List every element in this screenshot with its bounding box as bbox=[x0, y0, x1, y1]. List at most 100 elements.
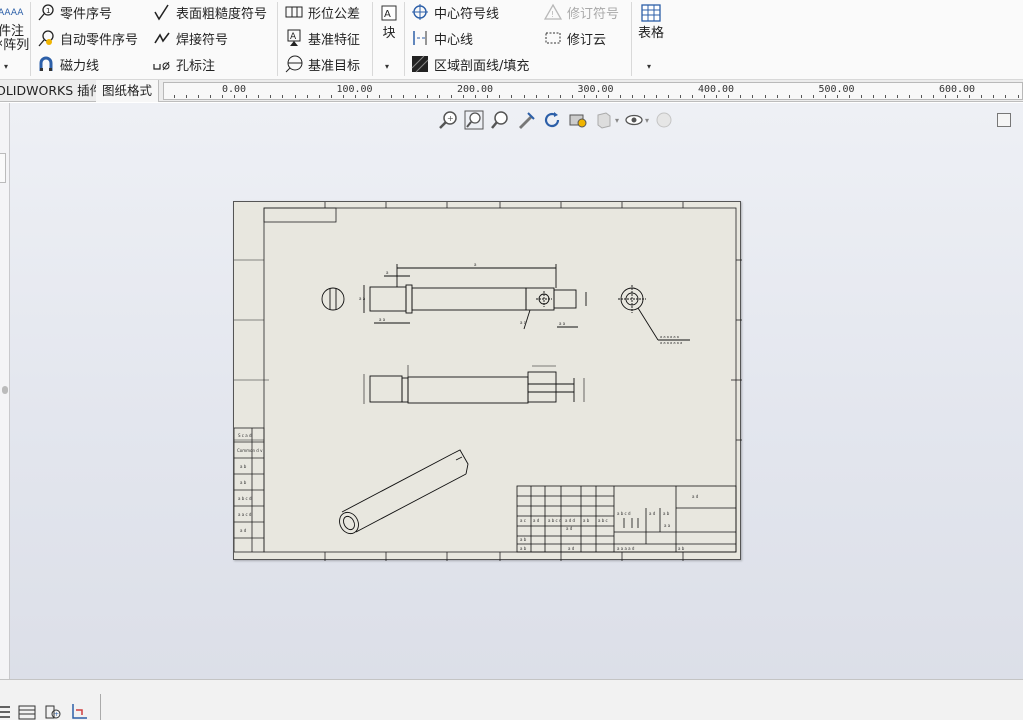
ruler-tick bbox=[451, 95, 453, 98]
geometric-tolerance-button[interactable]: 形位公差 bbox=[284, 1, 360, 23]
status-divider bbox=[100, 694, 101, 720]
ruler-tick bbox=[234, 95, 236, 98]
weld-icon bbox=[152, 28, 172, 48]
graphics-area[interactable]: + ▾ ▾ S c a d Common d v a b a b a b c d… bbox=[0, 103, 1023, 679]
ribbon-divider bbox=[404, 2, 405, 76]
ruler-tick bbox=[270, 95, 272, 98]
ruler-tick bbox=[668, 95, 670, 98]
ruler-tick bbox=[318, 95, 320, 98]
revision-symbol-label: 修订符号 bbox=[567, 6, 620, 22]
auto-balloon-button[interactable]: 自动零件序号 bbox=[36, 27, 138, 49]
drawing-sheet[interactable]: S c a d Common d v a b a b a b c d a a c d a … bbox=[233, 201, 742, 561]
ruler-tick bbox=[631, 95, 633, 98]
revision-cloud-button[interactable]: 修订云 bbox=[543, 27, 606, 49]
dimxpert-icon[interactable] bbox=[70, 702, 88, 720]
note-icon[interactable]: AAAA bbox=[0, 4, 26, 18]
ribbon-divider bbox=[30, 2, 31, 76]
svg-text:a b: a b bbox=[583, 518, 590, 523]
chevron-down-icon[interactable]: ▾ bbox=[385, 62, 389, 71]
ruler-label: 500.00 bbox=[818, 84, 855, 95]
ruler-tick bbox=[800, 95, 802, 98]
linear-pattern-button[interactable]: ‹阵列 bbox=[0, 36, 29, 53]
balloon-icon: 1 bbox=[36, 2, 56, 22]
area-hatch-label: 区域剖面线/填充 bbox=[434, 58, 530, 74]
ruler-tick bbox=[848, 95, 850, 98]
surface-finish-button[interactable]: 表面粗糙度符号 bbox=[152, 1, 267, 23]
center-mark-icon bbox=[410, 2, 430, 22]
balloon-button[interactable]: 1 零件序号 bbox=[36, 1, 112, 23]
rotate-icon[interactable] bbox=[541, 109, 563, 131]
ruler-tick bbox=[475, 95, 477, 98]
table-label: 表格 bbox=[637, 26, 664, 41]
splitter-handle[interactable] bbox=[2, 386, 8, 394]
ruler-tick bbox=[354, 95, 356, 98]
ruler-tick bbox=[511, 95, 513, 98]
view-orientation-icon[interactable] bbox=[593, 109, 615, 131]
svg-text:a b: a b bbox=[240, 480, 247, 485]
datum-target-icon bbox=[284, 54, 304, 74]
ruler-tick bbox=[523, 95, 525, 98]
center-mark-button[interactable]: 中心符号线 bbox=[410, 1, 499, 23]
table-button[interactable]: 表格 bbox=[636, 4, 666, 41]
zoom-to-area-icon[interactable] bbox=[463, 109, 485, 131]
section-view-icon[interactable] bbox=[515, 109, 537, 131]
svg-text:a d: a d bbox=[566, 526, 573, 531]
ruler-tick bbox=[752, 95, 754, 98]
heads-up-view-toolbar: + ▾ ▾ bbox=[437, 109, 675, 131]
ruler-tick bbox=[487, 95, 489, 98]
front-view-shaft bbox=[363, 264, 587, 330]
tab-sheet-format[interactable]: 图纸格式 bbox=[96, 80, 160, 102]
svg-text:a a: a a bbox=[359, 296, 366, 301]
hide-show-items-icon[interactable] bbox=[623, 109, 645, 131]
svg-text:a d d: a d d bbox=[565, 518, 576, 523]
zoom-to-fit-icon[interactable]: + bbox=[437, 109, 459, 131]
ruler-tick bbox=[547, 95, 549, 98]
datum-target-button[interactable]: 基准目标 bbox=[284, 53, 360, 75]
ruler-tick bbox=[993, 95, 995, 98]
chevron-down-icon[interactable]: ▾ bbox=[645, 116, 649, 125]
chevron-down-icon[interactable]: ▾ bbox=[4, 62, 8, 71]
appearance-icon[interactable] bbox=[653, 109, 675, 131]
list-icon[interactable] bbox=[0, 702, 18, 720]
svg-text:a b c d: a b c d bbox=[548, 518, 562, 523]
hole-callout-button[interactable]: 孔标注 bbox=[152, 53, 215, 75]
ruler-label: 200.00 bbox=[456, 84, 494, 95]
chevron-down-icon[interactable]: ▾ bbox=[615, 116, 619, 125]
left-end-view bbox=[321, 287, 345, 311]
svg-text:+: + bbox=[54, 711, 59, 718]
feature-manager-collapsed-strip[interactable] bbox=[0, 103, 10, 679]
svg-text:a b: a b bbox=[678, 546, 685, 551]
ruler-tick bbox=[788, 95, 790, 98]
tab-solidworks-addins[interactable]: OLIDWORKS 插件 bbox=[0, 80, 110, 102]
previous-view-icon[interactable] bbox=[489, 109, 511, 131]
config-icon[interactable]: + bbox=[44, 702, 62, 720]
datum-feature-button[interactable]: A 基准特征 bbox=[284, 27, 360, 49]
centerline-button[interactable]: 中心线 bbox=[410, 27, 473, 49]
ruler-tick bbox=[198, 95, 200, 98]
magnetic-line-label: 磁力线 bbox=[60, 58, 100, 74]
task-pane-toggle-icon[interactable] bbox=[997, 113, 1011, 127]
svg-text:a b c d: a b c d bbox=[617, 511, 631, 516]
area-hatch-button[interactable]: 区域剖面线/填充 bbox=[410, 53, 529, 75]
magnet-icon bbox=[36, 54, 56, 74]
svg-text:1: 1 bbox=[46, 7, 50, 15]
svg-text:a a: a a bbox=[379, 317, 386, 322]
ruler-label: 300.00 bbox=[577, 84, 614, 95]
auto-balloon-label: 自动零件序号 bbox=[60, 32, 139, 48]
ruler-tick bbox=[390, 95, 392, 98]
magnetic-line-button[interactable]: 磁力线 bbox=[36, 53, 99, 75]
view-settings-icon[interactable] bbox=[567, 109, 589, 131]
ruler-label: 100.00 bbox=[336, 84, 373, 95]
svg-text:a d: a d bbox=[533, 518, 540, 523]
ruler-tick bbox=[294, 95, 296, 98]
panel-tab[interactable] bbox=[0, 153, 6, 183]
ruler-tick bbox=[836, 95, 838, 98]
ruler-tick bbox=[258, 95, 260, 98]
chevron-down-icon[interactable]: ▾ bbox=[647, 62, 651, 71]
svg-text:a b c: a b c bbox=[598, 518, 608, 523]
revision-symbol-button[interactable]: ! 修订符号 bbox=[543, 1, 619, 23]
block-button[interactable]: A 块 bbox=[378, 4, 400, 41]
hole-callout-label: 孔标注 bbox=[176, 58, 216, 74]
weld-symbol-button[interactable]: 焊接符号 bbox=[152, 27, 228, 49]
table-view-icon[interactable] bbox=[18, 702, 36, 720]
